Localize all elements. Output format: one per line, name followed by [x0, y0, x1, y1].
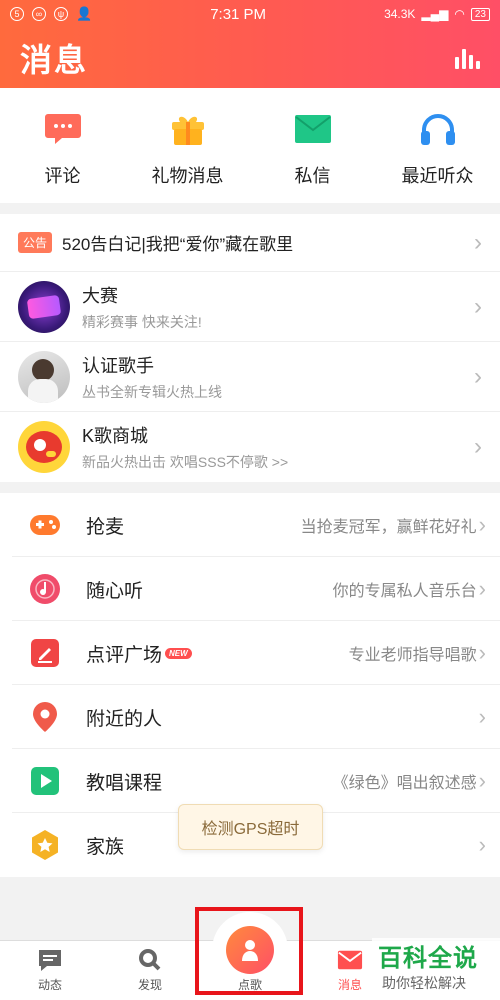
status-bar: 5 ∞ ψ 👤 7:31 PM 34.3K ▂▄▆ ◠ 23: [0, 0, 500, 28]
list-item-subtitle: 精彩赛事 快来关注!: [82, 313, 202, 330]
star-badge-icon: [28, 828, 62, 862]
header-bar: 5 ∞ ψ 👤 7:31 PM 34.3K ▂▄▆ ◠ 23 消息: [0, 0, 500, 88]
location-icon: [28, 700, 62, 734]
network-speed: 34.3K: [384, 7, 416, 21]
tab-label: 消息: [337, 978, 362, 992]
feature-label: 附近的人: [86, 708, 163, 730]
quick-item-private-messages[interactable]: 私信: [250, 88, 375, 203]
feature-desc: 你的专属私人音乐台: [332, 583, 477, 600]
feature-label: 点评广场 NEW: [86, 640, 192, 667]
watermark-title: 百科全说: [378, 945, 478, 972]
signal-icon: ▂▄▆: [421, 7, 449, 21]
notification-icon: 5: [10, 7, 24, 21]
headphones-icon: [420, 114, 455, 145]
avatar: [18, 350, 70, 403]
list-item-title: K歌商城: [82, 426, 149, 446]
list-item-certified-singer[interactable]: 认证歌手 丛书全新专辑火热上线 ›: [0, 342, 500, 412]
gps-timeout-toast: 检测GPS超时: [178, 804, 323, 850]
equalizer-icon[interactable]: [455, 47, 480, 69]
comment-icon: [44, 114, 81, 144]
page-title: 消息: [20, 42, 89, 78]
quick-label: 评论: [44, 166, 81, 186]
feed-icon: [37, 948, 63, 972]
chevron-right-icon: ›: [474, 433, 482, 460]
play-icon: [28, 764, 62, 798]
avatar: [18, 421, 70, 473]
announcement-text: 520告白记|我把“爱你”藏在歌里: [62, 235, 294, 254]
chevron-right-icon: ›: [474, 228, 482, 256]
avatar: [18, 280, 70, 333]
watermark-subtitle: 助你轻松解决: [382, 975, 466, 991]
list-item-contest[interactable]: 大赛 精彩赛事 快来关注! ›: [0, 272, 500, 342]
tab-discover[interactable]: 发现: [100, 941, 200, 1000]
new-badge: NEW: [165, 647, 192, 659]
notification-icon: ψ: [54, 7, 68, 21]
feature-label-text: 点评广场: [86, 644, 163, 666]
feature-grab-mic[interactable]: 抢麦 当抢麦冠军，赢鲜花好礼 ›: [0, 493, 500, 557]
notification-icon: ∞: [32, 7, 46, 21]
feature-label: 随心听: [86, 580, 144, 602]
list-item-title: 大赛: [82, 285, 118, 306]
clock: 7:31 PM: [210, 5, 267, 23]
quick-label: 最近听众: [401, 166, 474, 186]
list-item-title: 认证歌手: [82, 355, 154, 376]
wifi-icon: ◠: [454, 7, 465, 21]
mail-icon: [294, 115, 331, 143]
list-item-k-song-mall[interactable]: K歌商城 新品火热出击 欢唱SSS不停歌 >> ›: [0, 412, 500, 482]
user-icon: 👤: [76, 6, 93, 21]
highlight-box: [195, 907, 303, 995]
search-icon: [137, 948, 163, 972]
feature-review-square[interactable]: 点评广场 NEW 专业老师指导唱歌 ›: [0, 621, 500, 685]
music-disc-icon: [28, 572, 62, 606]
chevron-right-icon: ›: [478, 832, 486, 857]
pen-icon: [28, 636, 62, 670]
chevron-right-icon: ›: [474, 362, 482, 390]
quick-label: 私信: [294, 166, 331, 186]
gift-icon: [171, 116, 204, 145]
quick-item-gifts[interactable]: 礼物消息: [125, 88, 250, 203]
feature-label: 教唱课程: [86, 772, 163, 794]
announcement-badge: 公告: [18, 232, 53, 253]
battery-level: 23: [470, 7, 490, 21]
tab-label: 发现: [137, 978, 162, 992]
feature-desc: 《绿色》唱出叙述感: [332, 775, 477, 792]
tab-feed[interactable]: 动态: [0, 941, 100, 1000]
list-item-subtitle: 新品火热出击 欢唱SSS不停歌 >>: [82, 454, 289, 470]
chevron-right-icon: ›: [478, 768, 486, 793]
list-item-subtitle: 丛书全新专辑火热上线: [82, 383, 222, 400]
chevron-right-icon: ›: [478, 704, 486, 729]
feature-label: 抢麦: [86, 516, 125, 538]
feature-desc: 专业老师指导唱歌: [348, 647, 477, 664]
feature-desc: 当抢麦冠军，赢鲜花好礼: [300, 519, 477, 536]
chevron-right-icon: ›: [474, 292, 482, 320]
feature-nearby-people[interactable]: 附近的人 ›: [0, 685, 500, 749]
mail-icon: [337, 948, 363, 972]
tab-label: 动态: [37, 978, 62, 992]
feature-label: 家族: [86, 836, 125, 858]
chevron-right-icon: ›: [478, 576, 486, 601]
chevron-right-icon: ›: [478, 512, 486, 537]
quick-entries: 评论 礼物消息 私信 最近听众: [0, 88, 500, 203]
quick-label: 礼物消息: [151, 166, 224, 186]
quick-item-comments[interactable]: 评论: [0, 88, 125, 203]
quick-item-recent-listeners[interactable]: 最近听众: [375, 88, 500, 203]
announcement-row[interactable]: 公告 520告白记|我把“爱你”藏在歌里 ›: [0, 214, 500, 272]
feature-listen-freely[interactable]: 随心听 你的专属私人音乐台 ›: [0, 557, 500, 621]
gamepad-icon: [28, 508, 62, 542]
chevron-right-icon: ›: [478, 640, 486, 665]
watermark: 百科全说 助你轻松解决: [372, 938, 500, 1000]
message-list: 公告 520告白记|我把“爱你”藏在歌里 › 大赛 精彩赛事 快来关注! › 认…: [0, 214, 500, 482]
